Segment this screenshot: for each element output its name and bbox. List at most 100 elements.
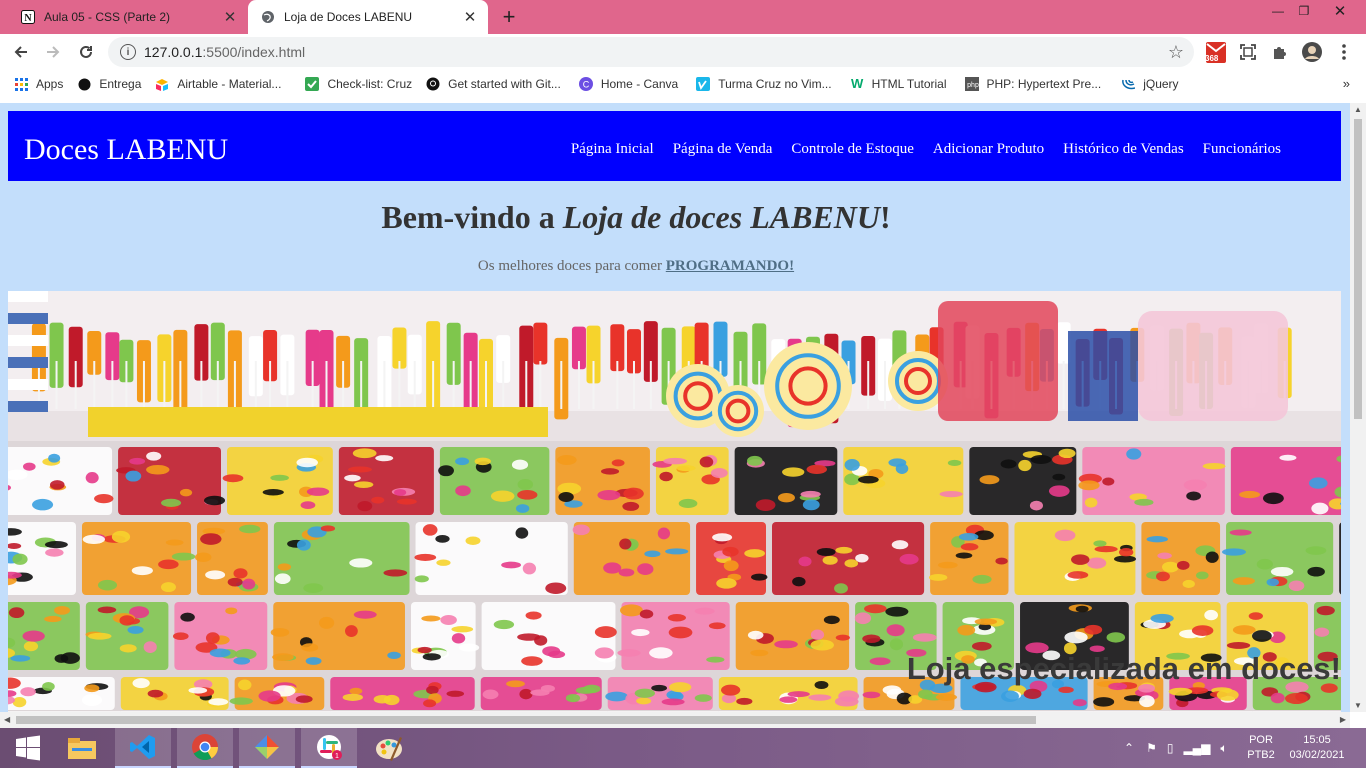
scroll-left-icon[interactable]: ◀ <box>4 715 10 724</box>
browser-toolbar: i 127.0.0.1:5500/index.html ☆ 368 <box>0 34 1366 70</box>
taskbar-chrome[interactable] <box>177 728 233 768</box>
site-nav: Página Inicial Página de Venda Controle … <box>571 141 1281 158</box>
more-bookmarks-icon[interactable]: » <box>1343 76 1350 91</box>
hero-caption: Loja especializada em doces! <box>906 651 1341 686</box>
bookmark-vimeo[interactable]: Turma Cruz no Vim... <box>696 77 832 91</box>
reload-icon <box>80 45 92 58</box>
bookmark-checklist[interactable]: Check-list: Cruz <box>305 77 412 91</box>
nav-adicionar-produto[interactable]: Adicionar Produto <box>933 141 1044 158</box>
svg-text:php: php <box>967 82 979 89</box>
globe-icon <box>260 9 276 25</box>
page-viewport: Doces LABENU Página Inicial Página de Ve… <box>0 103 1350 712</box>
puzzle-icon <box>1274 47 1286 59</box>
site-logo[interactable]: Doces LABENU <box>24 135 228 165</box>
notion-icon: N <box>20 9 36 25</box>
bookmark-github[interactable]: Get started with Git... <box>426 77 561 91</box>
w3schools-icon: W <box>850 76 864 91</box>
language-indicator[interactable]: POR PTB2 <box>1244 733 1278 763</box>
bookmark-entrega[interactable]: Entrega <box>77 77 141 91</box>
subtitle-link[interactable]: PROGRAMANDO! <box>666 258 794 274</box>
bookmarks-bar: Apps Entrega Airtable - Material... Chec… <box>0 70 1366 98</box>
php-icon: php <box>964 77 979 91</box>
restore-icon[interactable]: ❐ <box>1286 0 1322 22</box>
reload-button[interactable] <box>73 39 99 65</box>
nav-pagina-de-venda[interactable]: Página de Venda <box>673 141 773 158</box>
system-tray: ⌃ ⚑ ▯ ▂▄▆ 🔈︎ <box>1124 728 1228 768</box>
site-header: Doces LABENU Página Inicial Página de Ve… <box>8 111 1341 181</box>
svg-text:C: C <box>583 80 590 90</box>
scroll-down-icon[interactable]: ▼ <box>1354 701 1362 710</box>
close-tab-icon[interactable]: ✕ <box>460 7 480 27</box>
git-icon <box>255 735 279 759</box>
vertical-scrollbar[interactable]: ▲ ▼ <box>1350 103 1366 712</box>
taskbar-paint[interactable] <box>361 728 417 768</box>
close-window-icon[interactable]: ✕ <box>1322 0 1358 22</box>
extensions-button[interactable] <box>1267 39 1293 65</box>
arrow-right-icon <box>47 46 60 58</box>
battery-icon[interactable]: ▯ <box>1167 741 1174 755</box>
scrollbar-thumb[interactable] <box>1354 119 1362 419</box>
site-info-icon[interactable]: i <box>120 44 136 60</box>
checkbox-icon <box>305 77 320 91</box>
bookmark-jquery[interactable]: jQuery <box>1121 77 1179 91</box>
forward-button[interactable] <box>40 39 66 65</box>
taskbar-file-explorer[interactable] <box>54 728 110 768</box>
start-button[interactable] <box>0 728 56 768</box>
start-icon <box>16 735 40 761</box>
bookmark-airtable[interactable]: Airtable - Material... <box>155 77 281 91</box>
arrow-left-icon <box>14 46 27 58</box>
nav-historico-de-vendas[interactable]: Histórico de Vendas <box>1063 141 1184 158</box>
jquery-icon <box>1121 77 1136 91</box>
address-bar[interactable]: i 127.0.0.1:5500/index.html ☆ <box>108 37 1194 67</box>
bookmark-php[interactable]: php PHP: Hypertext Pre... <box>964 77 1101 91</box>
chrome-icon <box>192 734 219 761</box>
svg-text:N: N <box>24 13 32 24</box>
tab-title: Loja de Doces LABENU <box>284 10 413 24</box>
profile-avatar[interactable] <box>1299 39 1325 65</box>
bookmark-canva[interactable]: C Home - Canva <box>578 77 678 91</box>
gmail-extension-button[interactable]: 368 <box>1203 39 1229 65</box>
taskbar-git[interactable] <box>239 728 295 768</box>
url-text: 127.0.0.1:5500/index.html <box>144 44 306 60</box>
bookmark-star-icon[interactable]: ☆ <box>1168 42 1184 63</box>
apps-grid-icon <box>14 77 28 91</box>
scroll-right-icon[interactable]: ▶ <box>1340 715 1346 724</box>
taskbar-slack[interactable]: 1 <box>301 728 357 768</box>
new-tab-button[interactable]: + <box>498 4 520 29</box>
clock-time: 15:05 <box>1303 734 1331 746</box>
paint-icon <box>376 737 402 761</box>
circle-icon <box>77 77 91 91</box>
volume-icon[interactable]: 🔈︎ <box>1220 741 1227 756</box>
airtable-icon <box>155 77 169 91</box>
svg-text:W: W <box>851 76 864 91</box>
scroll-up-icon[interactable]: ▲ <box>1354 105 1362 114</box>
nav-pagina-inicial[interactable]: Página Inicial <box>571 141 654 158</box>
tab-aula-05[interactable]: N Aula 05 - CSS (Parte 2) ✕ <box>8 0 248 34</box>
welcome-heading: Bem-vindo a Loja de doces LABENU! <box>381 199 891 235</box>
nav-funcionarios[interactable]: Funcionários <box>1203 141 1281 158</box>
vimeo-icon <box>696 77 711 91</box>
taskbar-vscode[interactable] <box>115 728 171 768</box>
horizontal-scrollbar[interactable]: ◀ ▶ <box>0 712 1350 728</box>
tab-loja-de-doces[interactable]: Loja de Doces LABENU ✕ <box>248 0 488 34</box>
github-icon <box>426 77 440 91</box>
scrollbar-thumb[interactable] <box>16 716 1036 724</box>
back-button[interactable] <box>8 39 34 65</box>
windows-taskbar: 1 ⌃ ⚑ ▯ ▂▄▆ 🔈︎ POR PTB2 15:05 03/02/2021 <box>0 728 1366 768</box>
close-tab-icon[interactable]: ✕ <box>220 7 240 27</box>
bookmark-apps[interactable]: Apps <box>14 77 63 91</box>
screen-capture-button[interactable] <box>1235 39 1261 65</box>
menu-kebab-icon[interactable] <box>1331 39 1357 65</box>
network-icon[interactable]: ▂▄▆ <box>1183 741 1210 755</box>
nav-controle-de-estoque[interactable]: Controle de Estoque <box>791 141 913 158</box>
bookmark-w3schools[interactable]: W HTML Tutorial <box>850 76 947 91</box>
capture-icon <box>1240 44 1256 60</box>
flag-icon[interactable]: ⚑ <box>1146 741 1157 755</box>
tray-chevron-up-icon[interactable]: ⌃ <box>1124 741 1134 755</box>
tab-strip: N Aula 05 - CSS (Parte 2) ✕ Loja de Doce… <box>0 0 1366 34</box>
canva-icon: C <box>578 77 593 91</box>
svg-text:1: 1 <box>335 753 339 760</box>
tab-title: Aula 05 - CSS (Parte 2) <box>44 10 171 24</box>
taskbar-clock[interactable]: 15:05 03/02/2021 <box>1282 733 1352 763</box>
subtitle: Os melhores doces para comer PROGRAMANDO… <box>477 258 795 274</box>
